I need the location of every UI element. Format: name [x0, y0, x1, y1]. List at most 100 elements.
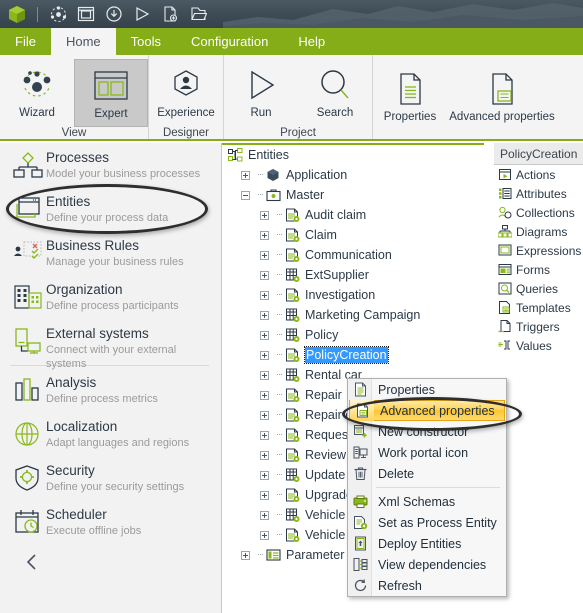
tree-item-application[interactable]: Application [222, 165, 493, 185]
tree-toggle-plus[interactable] [260, 330, 269, 340]
tree-toggle-plus[interactable] [260, 370, 269, 380]
menu-item-home[interactable]: Home [50, 28, 116, 55]
run-button-label: Run [250, 107, 272, 119]
sidebar-item-business-rules-subtitle: Manage your business rules [46, 256, 184, 268]
tree-toggle-plus[interactable] [260, 530, 269, 540]
new-document-icon[interactable] [157, 2, 183, 26]
tree-toggle-plus[interactable] [260, 430, 269, 440]
sidebar-item-scheduler[interactable]: Scheduler Execute offline jobs [0, 500, 221, 544]
context-menu-item-set-as-process-entity[interactable]: Set as Process Entity [348, 512, 506, 533]
tree-toggle-plus[interactable] [260, 470, 269, 480]
tree-toggle-plus[interactable] [241, 170, 250, 180]
tree-toggle-plus[interactable] [260, 290, 269, 300]
entity-section-values[interactable]: Values [494, 336, 583, 355]
entity-section-forms[interactable]: Forms [494, 260, 583, 279]
entity-section-triggers[interactable]: Triggers [494, 317, 583, 336]
tree-toggle-plus[interactable] [260, 510, 269, 520]
tree-toggle-minus[interactable] [241, 190, 250, 200]
run-button[interactable]: Run [224, 59, 298, 127]
tree-connector [272, 505, 283, 525]
advanced-properties-button[interactable]: Advanced properties [447, 63, 557, 131]
download-circle-icon[interactable] [101, 2, 127, 26]
mountain-decoration [223, 3, 583, 28]
menu-item-file[interactable]: File [0, 28, 51, 55]
sidebar-item-entities[interactable]: Entities Define your process data [0, 187, 221, 231]
entity-section-label: Attributes [516, 186, 567, 201]
sidebar-item-business-rules[interactable]: Business Rules Manage your business rule… [0, 231, 221, 275]
tree-toggle-plus[interactable] [260, 450, 269, 460]
sidebar-item-security[interactable]: Security Define your security settings [0, 456, 221, 500]
tree-item-communication[interactable]: Communication [222, 245, 493, 265]
tree-item-extsupplier[interactable]: ExtSupplier [222, 265, 493, 285]
sidebar-item-analysis[interactable]: Analysis Define process metrics [0, 368, 221, 412]
entity-detail-panel: PolicyCreation Actions Attributes Collecti… [494, 143, 583, 613]
tree-toggle-plus[interactable] [260, 250, 269, 260]
sidebar-collapse-button[interactable] [0, 544, 221, 577]
properties-button[interactable]: Properties [373, 63, 447, 131]
context-menu: Properties Advanced properties New constru… [347, 378, 507, 597]
context-menu-item-label: Xml Schemas [378, 494, 456, 509]
entity-section-queries[interactable]: Queries [494, 279, 583, 298]
entity-section-collections[interactable]: Collections [494, 203, 583, 222]
context-menu-item-advanced-properties[interactable]: Advanced properties [349, 400, 505, 421]
tree-item-investigation[interactable]: Investigation [222, 285, 493, 305]
context-menu-item-deploy-entities[interactable]: Deploy Entities [348, 533, 506, 554]
sidebar-item-localization[interactable]: Localization Adapt languages and regions [0, 412, 221, 456]
entity-section-templates[interactable]: Templates [494, 298, 583, 317]
tree-connector [272, 305, 283, 325]
search-button[interactable]: Search [298, 59, 372, 127]
tree-item-master[interactable]: Master [222, 185, 493, 205]
context-menu-item-work-portal-icon[interactable]: Work portal icon [348, 442, 506, 463]
tree-toggle-plus[interactable] [260, 210, 269, 220]
sidebar-item-external-systems[interactable]: External systems Connect with your exter… [0, 319, 221, 370]
application-cube-icon [264, 167, 282, 183]
tree-toggle-plus[interactable] [260, 270, 269, 280]
tree-toggle-plus[interactable] [241, 550, 250, 560]
sidebar-item-entities-title: Entities [46, 194, 91, 209]
menu-item-configuration[interactable]: Configuration [176, 28, 283, 55]
menu-item-help[interactable]: Help [283, 28, 340, 55]
tree-connector [253, 165, 264, 185]
tree-item-entities[interactable]: Entities [222, 145, 493, 165]
context-menu-item-new-constructor[interactable]: New constructor [348, 421, 506, 442]
sidebar-item-processes[interactable]: Processes Model your business processes [0, 143, 221, 187]
window-layout-icon[interactable] [73, 2, 99, 26]
menu-item-tools[interactable]: Tools [116, 28, 176, 55]
left-sidebar: Processes Model your business processes … [0, 143, 222, 613]
tree-item-marketing-campaign[interactable]: Marketing Campaign [222, 305, 493, 325]
tree-item-claim[interactable]: Claim [222, 225, 493, 245]
open-folder-icon[interactable] [185, 2, 211, 26]
entity-section-actions[interactable]: Actions [494, 165, 583, 184]
tree-toggle-plus[interactable] [260, 390, 269, 400]
context-menu-item-properties[interactable]: Properties [348, 379, 506, 400]
sidebar-item-organization[interactable]: Organization Define process participants [0, 275, 221, 319]
tree-item-audit-claim[interactable]: Audit claim [222, 205, 493, 225]
tree-item-policycreation[interactable]: PolicyCreation [222, 345, 493, 365]
tree-toggle-plus[interactable] [260, 350, 269, 360]
context-menu-item-delete[interactable]: Delete [348, 463, 506, 484]
context-menu-item-label: New constructor [378, 424, 469, 439]
context-menu-item-refresh[interactable]: Refresh [348, 575, 506, 596]
process-wheel-icon[interactable] [45, 2, 71, 26]
run-play-icon[interactable] [129, 2, 155, 26]
tree-toggle-plus[interactable] [260, 230, 269, 240]
wizard-button[interactable]: Wizard [0, 59, 74, 127]
entity-section-diagrams[interactable]: Diagrams [494, 222, 583, 241]
tree-item-policy[interactable]: Policy [222, 325, 493, 345]
context-menu-item-xml-schemas[interactable]: Xml Schemas [348, 491, 506, 512]
work-portal-icon [348, 442, 372, 463]
tree-toggle-plus[interactable] [260, 490, 269, 500]
tree-toggle-plus[interactable] [260, 410, 269, 420]
tree-toggle-plus[interactable] [260, 310, 269, 320]
entity-section-expressions[interactable]: Expressions [494, 241, 583, 260]
context-menu-item-view-dependencies[interactable]: View dependencies [348, 554, 506, 575]
experience-button[interactable]: Experience [149, 59, 223, 127]
entity-section-attributes[interactable]: Attributes [494, 184, 583, 203]
collections-icon [496, 205, 513, 220]
entity-master-icon [283, 527, 301, 543]
context-menu-item-label: Advanced properties [380, 403, 495, 418]
sidebar-item-external-systems-title: External systems [46, 326, 149, 341]
entity-tab-policycreation[interactable]: PolicyCreation [494, 143, 583, 165]
expert-button[interactable]: Expert [74, 59, 148, 127]
app-logo-icon[interactable] [4, 2, 30, 26]
